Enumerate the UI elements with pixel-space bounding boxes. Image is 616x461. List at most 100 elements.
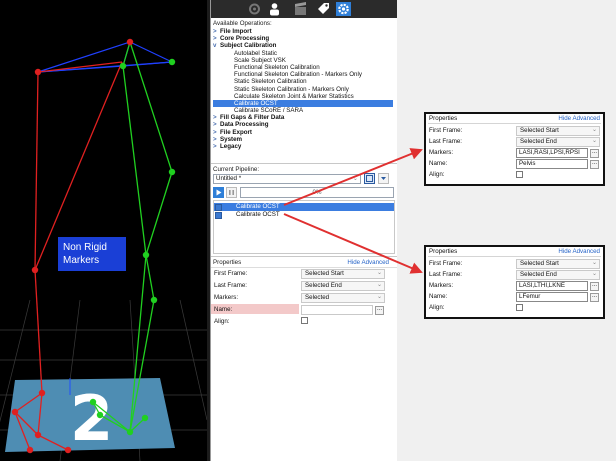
tree-item-core-processing[interactable]: > Core Processing (213, 35, 393, 42)
markers-label: Markers: (429, 282, 454, 289)
tree-item-subject-calibration[interactable]: v Subject Calibration (213, 42, 393, 49)
tree-item-functional-skeleton-calibration[interactable]: Functional Skeleton Calibration (213, 64, 393, 71)
properties-callout-pelvis: Properties Hide Advanced First Frame: Se… (424, 112, 605, 186)
pipeline-name-select[interactable]: Untitled * ⌄ (213, 174, 361, 184)
play-icon[interactable] (213, 187, 224, 198)
first-frame-label: First Frame: (214, 270, 248, 277)
browse-button[interactable]: ... (590, 281, 599, 291)
last-frame-select[interactable]: Selected End ⌄ (516, 137, 600, 147)
pipeline-step-label: Calibrate OCST (236, 211, 280, 218)
align-label: Align: (214, 318, 230, 325)
chevron-down-icon: ⌄ (591, 138, 597, 144)
browse-button[interactable]: ... (590, 159, 599, 169)
tree-item-legacy[interactable]: > Legacy (213, 143, 393, 150)
pipeline-options-icon[interactable] (378, 173, 389, 184)
available-operations-title: Available Operations: (213, 20, 272, 27)
tag-icon[interactable] (316, 2, 331, 16)
name-field[interactable]: LFemur (516, 292, 588, 302)
expand-icon[interactable]: > (213, 114, 220, 121)
pipeline-step-row[interactable]: Calibrate OCST (214, 211, 394, 219)
tree-item-fill-gaps[interactable]: > Fill Gaps & Filter Data (213, 114, 393, 121)
tree-item-file-import[interactable]: > File Import (213, 28, 393, 35)
browse-button[interactable]: ... (375, 305, 384, 315)
expand-icon[interactable]: > (213, 28, 220, 35)
first-frame-select[interactable]: Selected Start ⌄ (301, 269, 385, 279)
tree-item-calculate-skeleton-statistics[interactable]: Calculate Skeleton Joint & Marker Statis… (213, 93, 393, 100)
expand-icon[interactable]: > (213, 121, 220, 128)
chevron-down-icon: ⌄ (376, 282, 382, 288)
tree-item-data-processing[interactable]: > Data Processing (213, 121, 393, 128)
name-field[interactable] (301, 305, 373, 315)
label-line-1: Non Rigid (63, 242, 107, 253)
chevron-down-icon: ⌄ (591, 127, 597, 133)
properties-callout-lfemur: Properties Hide Advanced First Frame: Se… (424, 245, 605, 319)
align-checkbox[interactable] (516, 304, 523, 311)
tree-item-autolabel-static[interactable]: Autolabel Static (213, 50, 393, 57)
last-frame-label: Last Frame: (214, 282, 248, 289)
tree-item-file-export[interactable]: > File Export (213, 129, 393, 136)
hide-advanced-link[interactable]: Hide Advanced (558, 248, 600, 255)
tree-item-static-skeleton-calibration[interactable]: Static Skeleton Calibration (213, 78, 393, 85)
clapperboard-icon[interactable] (293, 2, 308, 16)
last-frame-select[interactable]: Selected End ⌄ (516, 270, 600, 280)
name-label: Name: (214, 306, 233, 313)
expand-icon[interactable]: > (213, 129, 220, 136)
markers-select[interactable]: Selected ⌄ (301, 293, 385, 303)
pipeline-step-label: Calibrate OCST (236, 203, 280, 210)
subject-icon[interactable] (267, 2, 282, 16)
separator (211, 256, 397, 257)
browse-button[interactable]: ... (590, 148, 599, 158)
pipeline-progress-bar: 0% (240, 187, 394, 198)
properties-title: Properties (213, 259, 242, 266)
step-enabled-checkbox[interactable] (215, 203, 222, 211)
tree-item-calibrate-ocst[interactable]: Calibrate OCST (213, 99, 393, 108)
tree-item-static-skeleton-calibration-markers-only[interactable]: Static Skeleton Calibration - Markers On… (213, 86, 393, 93)
tree-item-calibrate-score-sara[interactable]: Calibrate SCoRE / SARA (213, 107, 393, 114)
gear-icon[interactable] (247, 2, 262, 16)
callout-header: Properties Hide Advanced (428, 248, 601, 257)
name-field[interactable]: Pelvis (516, 159, 588, 169)
head-segment (37, 41, 173, 73)
3d-viewport[interactable]: 2 Non Rigid Markers (0, 0, 207, 461)
properties-title: Properties (429, 248, 458, 255)
step-enabled-checkbox[interactable] (215, 211, 222, 219)
markers-label: Markers: (214, 294, 239, 301)
hide-advanced-link[interactable]: Hide Advanced (558, 115, 600, 122)
name-label: Name: (429, 293, 448, 300)
markers-field[interactable]: LASI,LTHI,LKNE (516, 281, 588, 291)
pipeline-step-row[interactable]: Calibrate OCST (214, 203, 394, 211)
save-pipeline-icon[interactable] (364, 173, 375, 184)
current-pipeline-title: Current Pipeline: (213, 166, 260, 173)
separator (211, 163, 397, 164)
expand-icon[interactable]: > (213, 35, 220, 42)
collapse-icon[interactable]: v (213, 42, 220, 49)
markers-field[interactable]: LASI,RASI,LPSI,RPSI (516, 148, 588, 158)
expand-icon[interactable]: > (213, 136, 220, 143)
properties-title: Properties (429, 115, 458, 122)
chevron-down-icon: ⌄ (591, 271, 597, 277)
align-checkbox[interactable] (301, 317, 308, 324)
first-frame-select[interactable]: Selected Start ⌄ (516, 126, 600, 136)
browse-button[interactable]: ... (590, 292, 599, 302)
align-checkbox[interactable] (516, 171, 523, 178)
name-label: Name: (429, 160, 448, 167)
chevron-down-icon: ⌄ (376, 270, 382, 276)
properties-panel: Properties Hide Advanced First Frame: Se… (211, 258, 397, 358)
last-frame-select[interactable]: Selected End ⌄ (301, 281, 385, 291)
chevron-down-icon: ⌄ (376, 294, 382, 300)
last-frame-label: Last Frame: (429, 271, 463, 278)
label-line-2: Markers (63, 255, 100, 266)
callout-header: Properties Hide Advanced (428, 115, 601, 124)
tree-item-functional-skeleton-calibration-markers-only[interactable]: Functional Skeleton Calibration - Marker… (213, 71, 393, 78)
chevron-down-icon: ⌄ (591, 260, 597, 266)
first-frame-select[interactable]: Selected Start ⌄ (516, 259, 600, 269)
operations-tree: > File Import > Core Processing v Subject C… (213, 28, 393, 150)
skeleton-scene: 2 (0, 38, 207, 461)
settings-icon[interactable] (336, 2, 351, 16)
panel-toolbar (211, 0, 397, 18)
pause-icon[interactable] (226, 187, 237, 198)
tree-item-scale-subject-vsk[interactable]: Scale Subject VSK (213, 57, 393, 64)
tree-item-system[interactable]: > System (213, 136, 393, 143)
expand-icon[interactable]: > (213, 143, 220, 150)
hide-advanced-link[interactable]: Hide Advanced (347, 259, 389, 266)
